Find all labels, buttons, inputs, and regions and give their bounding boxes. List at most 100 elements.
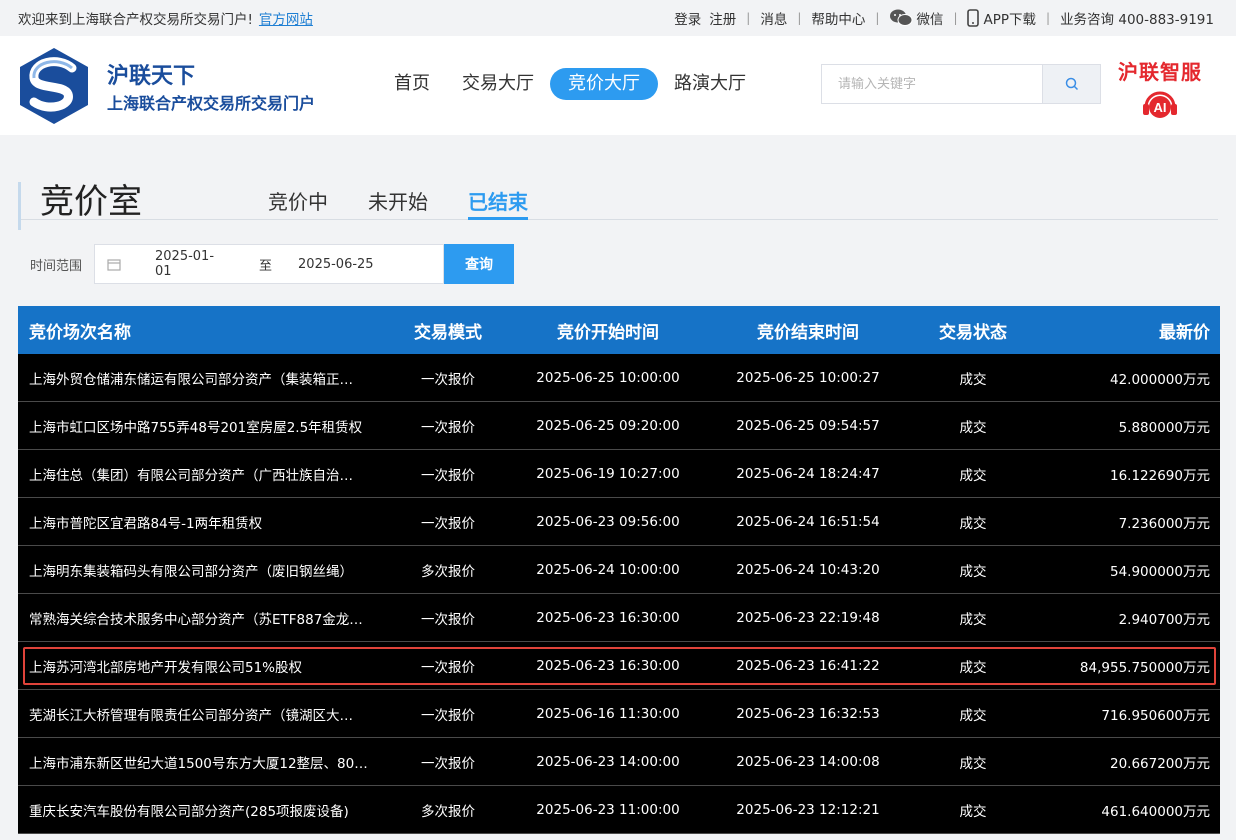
- column-header: 竞价结束时间: [757, 322, 859, 343]
- hotline-text: 业务咨询 400-883-9191: [1060, 12, 1214, 28]
- nav-bidding-hall[interactable]: 竞价大厅: [550, 68, 658, 100]
- divider: |: [746, 11, 751, 25]
- divider: |: [797, 11, 802, 25]
- status-cell: 成交: [959, 611, 987, 628]
- phone-icon: [967, 9, 980, 27]
- status-cell: 成交: [959, 515, 987, 532]
- nav-roadshow-hall[interactable]: 路演大厅: [658, 68, 762, 100]
- trade-mode-cell: 一次报价: [421, 419, 475, 436]
- help-center-link[interactable]: 帮助中心: [811, 8, 865, 28]
- logo-icon[interactable]: [18, 46, 90, 126]
- auction-name-cell[interactable]: 上海明东集装箱码头有限公司部分资产（废旧钢丝绳）: [18, 560, 388, 580]
- login-link[interactable]: 登录: [674, 8, 701, 28]
- auction-name-cell[interactable]: 上海市普陀区宜君路84号-1两年租赁权: [18, 512, 388, 532]
- start-time-cell: 2025-06-23 09:56:00: [536, 513, 680, 530]
- nav-trading-hall[interactable]: 交易大厅: [446, 68, 550, 100]
- brand-subtitle: 上海联合产权交易所交易门户: [107, 94, 316, 113]
- date-to-field[interactable]: 2025-06-25: [298, 257, 374, 272]
- table-row[interactable]: 上海苏河湾北部房地产开发有限公司51%股权 一次报价 2025-06-23 16:3…: [18, 642, 1220, 690]
- search-icon: [1065, 77, 1078, 91]
- latest-price-cell: 84,955.750000万元: [1079, 659, 1210, 676]
- auction-name-cell[interactable]: 芜湖长江大桥管理有限责任公司部分资产（镜湖区大…: [18, 704, 388, 724]
- start-time-cell: 2025-06-23 16:30:00: [536, 609, 680, 626]
- search-button[interactable]: [1042, 65, 1100, 103]
- latest-price-cell: 5.880000万元: [1118, 419, 1210, 436]
- start-time-cell: 2025-06-16 11:30:00: [536, 705, 680, 722]
- status-cell: 成交: [959, 707, 987, 724]
- trade-mode-cell: 多次报价: [421, 803, 475, 820]
- table-row[interactable]: 常熟海关综合技术服务中心部分资产（苏ETF887金龙… 一次报价 2025-06-2…: [18, 594, 1220, 642]
- date-range-picker[interactable]: 2025-01-01 至 2025-06-25: [94, 244, 445, 284]
- end-time-cell: 2025-06-25 09:54:57: [736, 417, 880, 434]
- trade-mode-cell: 一次报价: [421, 659, 475, 676]
- search-box: [821, 64, 1101, 104]
- trade-mode-cell: 一次报价: [421, 707, 475, 724]
- wechat-icon: [890, 9, 913, 26]
- status-cell: 成交: [959, 803, 987, 820]
- start-time-cell: 2025-06-23 11:00:00: [536, 801, 680, 818]
- top-bar: 欢迎来到上海联合产权交易所交易门户! 官方网站 登录 注册 | 消息 | 帮助中心…: [0, 0, 1236, 36]
- messages-link[interactable]: 消息: [760, 8, 787, 28]
- search-input[interactable]: [822, 65, 1042, 103]
- column-header: 交易状态: [939, 322, 1007, 343]
- auction-name-cell[interactable]: 上海市浦东新区世纪大道1500号东方大厦12整层、80…: [18, 752, 388, 772]
- register-link[interactable]: 注册: [709, 8, 736, 28]
- divider: |: [875, 11, 880, 25]
- column-header: 最新价: [1159, 322, 1210, 343]
- wechat-label: 微信: [916, 12, 944, 28]
- status-cell: 成交: [959, 659, 987, 676]
- wechat-link[interactable]: 微信: [889, 8, 943, 28]
- ai-service[interactable]: 沪联智服 AI: [1118, 56, 1202, 125]
- official-site-link[interactable]: 官方网站: [259, 12, 313, 28]
- ai-headset-icon: AI: [1143, 91, 1177, 118]
- divider: |: [1046, 11, 1051, 25]
- table-body: 上海外贸仓储浦东储运有限公司部分资产（集装箱正… 一次报价 2025-06-25 1…: [18, 354, 1220, 834]
- brand-title: 沪联天下: [107, 64, 196, 89]
- tab-bidding[interactable]: 竞价中: [268, 186, 328, 220]
- page-title: 竞价室: [40, 182, 142, 222]
- start-time-cell: 2025-06-19 10:27:00: [536, 465, 680, 482]
- table-row[interactable]: 上海市普陀区宜君路84号-1两年租赁权 一次报价 2025-06-23 09:56:…: [18, 498, 1220, 546]
- ai-badge-text: AI: [1154, 100, 1167, 115]
- auction-name-cell[interactable]: 常熟海关综合技术服务中心部分资产（苏ETF887金龙…: [18, 608, 388, 628]
- table-row[interactable]: 上海市虹口区场中路755弄48号201室房屋2.5年租赁权 一次报价 2025-06…: [18, 402, 1220, 450]
- ai-service-title: 沪联智服: [1118, 60, 1202, 84]
- auction-name-cell[interactable]: 上海市虹口区场中路755弄48号201室房屋2.5年租赁权: [18, 416, 388, 436]
- auction-name-cell[interactable]: 重庆长安汽车股份有限公司部分资产(285项报废设备): [18, 800, 388, 820]
- table-row[interactable]: 上海市浦东新区世纪大道1500号东方大厦12整层、80… 一次报价 2025-06-…: [18, 738, 1220, 786]
- header: 沪联天下 上海联合产权交易所交易门户 首页 交易大厅 竞价大厅 路演大厅 沪联智…: [0, 36, 1236, 135]
- end-time-cell: 2025-06-23 16:32:53: [736, 705, 880, 722]
- date-from-field[interactable]: 2025-01-01: [155, 249, 225, 279]
- end-time-cell: 2025-06-24 16:51:54: [736, 513, 880, 530]
- title-bar: 竞价室 竞价中 未开始 已结束: [18, 180, 1218, 230]
- table-row[interactable]: 芜湖长江大桥管理有限责任公司部分资产（镜湖区大… 一次报价 2025-06-16 1…: [18, 690, 1220, 738]
- tab-ended[interactable]: 已结束: [468, 186, 528, 220]
- query-button[interactable]: 查询: [444, 244, 515, 284]
- start-time-cell: 2025-06-23 14:00:00: [536, 753, 680, 770]
- auction-table: 竞价场次名称 交易模式 竞价开始时间 竞价结束时间 交易状态 最新价 上海外贸仓…: [18, 306, 1220, 834]
- nav-home[interactable]: 首页: [378, 68, 446, 100]
- status-cell: 成交: [959, 563, 987, 580]
- table-row[interactable]: 重庆长安汽车股份有限公司部分资产(285项报废设备) 多次报价 2025-06-23…: [18, 786, 1220, 834]
- auction-name-cell[interactable]: 上海外贸仓储浦东储运有限公司部分资产（集装箱正…: [18, 368, 388, 388]
- calendar-icon: [107, 258, 121, 271]
- status-cell: 成交: [959, 755, 987, 772]
- start-time-cell: 2025-06-24 10:00:00: [536, 561, 680, 578]
- table-header: 竞价场次名称 交易模式 竞价开始时间 竞价结束时间 交易状态 最新价: [18, 306, 1220, 354]
- app-download-link[interactable]: APP下载: [967, 8, 1036, 28]
- latest-price-cell: 16.122690万元: [1109, 467, 1210, 484]
- auction-name-cell[interactable]: 上海苏河湾北部房地产开发有限公司51%股权: [18, 656, 388, 676]
- date-filter: 时间范围 2025-01-01 至 2025-06-25 查询: [30, 244, 515, 284]
- table-row[interactable]: 上海外贸仓储浦东储运有限公司部分资产（集装箱正… 一次报价 2025-06-25 1…: [18, 354, 1220, 402]
- status-tabs: 竞价中 未开始 已结束: [268, 186, 568, 220]
- end-time-cell: 2025-06-23 22:19:48: [736, 609, 880, 626]
- column-header: 竞价场次名称: [29, 322, 131, 343]
- auction-name-cell[interactable]: 上海住总（集团）有限公司部分资产（广西壮族自治…: [18, 464, 388, 484]
- table-row[interactable]: 上海明东集装箱码头有限公司部分资产（废旧钢丝绳） 多次报价 2025-06-24 1…: [18, 546, 1220, 594]
- tab-not-started[interactable]: 未开始: [368, 186, 428, 220]
- table-row[interactable]: 上海住总（集团）有限公司部分资产（广西壮族自治… 一次报价 2025-06-19 1…: [18, 450, 1220, 498]
- title-accent-bar: [18, 182, 21, 230]
- end-time-cell: 2025-06-23 16:41:22: [736, 657, 880, 674]
- welcome-area: 欢迎来到上海联合产权交易所交易门户! 官方网站: [18, 8, 313, 28]
- start-time-cell: 2025-06-25 09:20:00: [536, 417, 680, 434]
